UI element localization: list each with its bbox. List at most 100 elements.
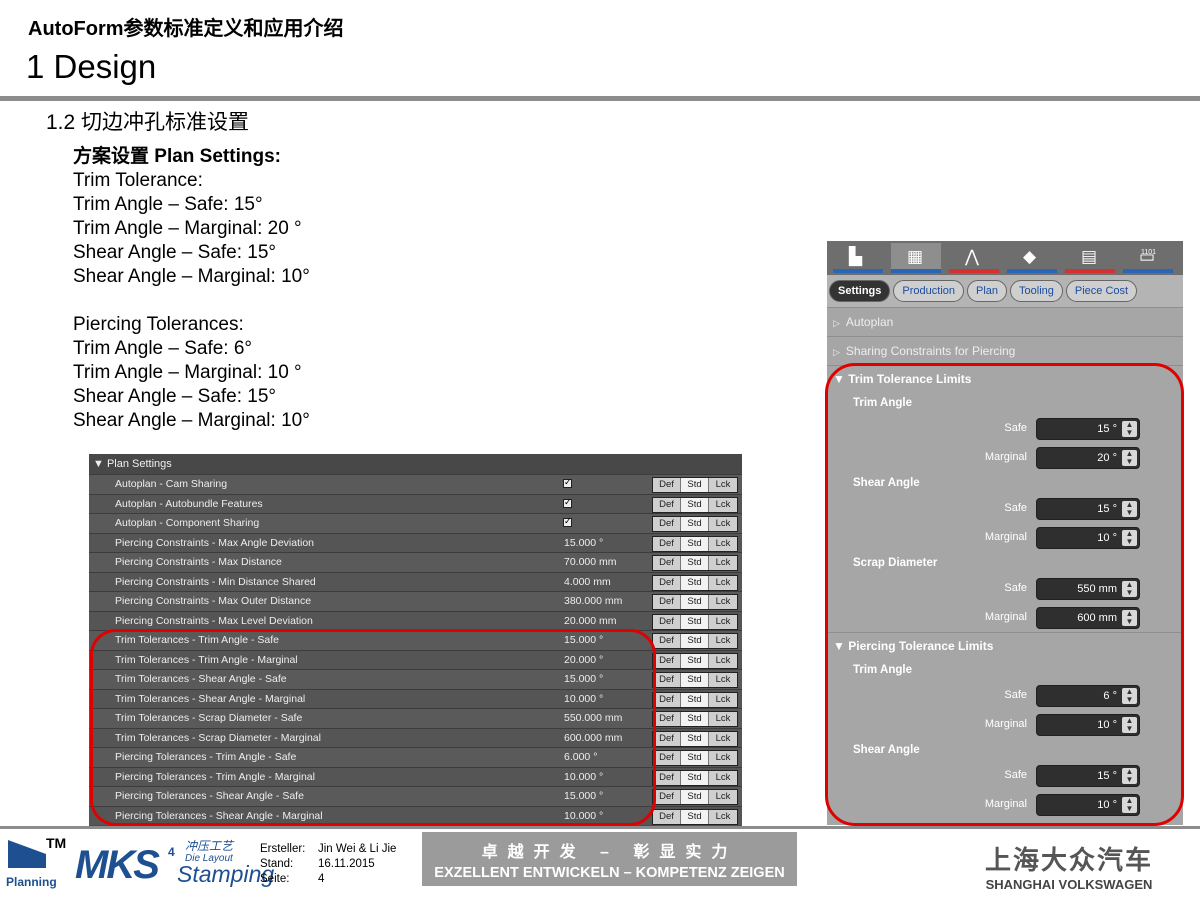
spinner-icon[interactable]: ▲ ▼	[1122, 717, 1137, 733]
scrap-diameter-marginal-input[interactable]: 600 mm ▲ ▼	[1036, 607, 1140, 629]
lck-button[interactable]: Lck	[709, 614, 737, 629]
setting-value[interactable]: 15.000 °	[564, 537, 603, 549]
tab-settings[interactable]: Settings	[829, 280, 891, 302]
lck-button[interactable]: Lck	[709, 556, 737, 570]
table-row[interactable]: Trim Tolerances - Shear Angle - Marginal…	[89, 688, 742, 708]
lck-button[interactable]: Lck	[709, 712, 737, 726]
table-row[interactable]: Piercing Tolerances - Shear Angle - Marg…	[89, 805, 742, 825]
tab-plan[interactable]: Plan	[967, 280, 1008, 302]
def-button[interactable]: Def	[653, 536, 681, 551]
std-button[interactable]: Std	[681, 751, 709, 765]
spinner-icon[interactable]: ▲ ▼	[1122, 797, 1137, 813]
piercing-trim-marginal-input[interactable]: 10 ° ▲ ▼	[1036, 714, 1140, 736]
def-button[interactable]: Def	[653, 692, 681, 707]
std-button[interactable]: Std	[681, 673, 709, 687]
setting-value[interactable]: 550.000 mm	[564, 712, 622, 724]
setting-value[interactable]: 380.000 mm	[564, 595, 622, 607]
trim-angle-safe-input[interactable]: 15 ° ▲ ▼	[1036, 418, 1140, 440]
spinner-icon[interactable]: ▲ ▼	[1122, 530, 1137, 546]
table-row[interactable]: Trim Tolerances - Scrap Diameter - Margi…	[89, 727, 742, 747]
table-row[interactable]: Autoplan - Component Sharing DefStdLck	[89, 513, 742, 533]
table-row[interactable]: Trim Tolerances - Trim Angle - Marginal 2…	[89, 649, 742, 669]
shear-angle-marginal-input[interactable]: 10 ° ▲ ▼	[1036, 527, 1140, 549]
lck-button[interactable]: Lck	[709, 673, 737, 687]
setting-value[interactable]: 15.000 °	[564, 790, 603, 802]
setting-value[interactable]: 6.000 °	[564, 751, 597, 763]
section-piercing-header[interactable]: ▼ Piercing Tolerance Limits	[827, 633, 1183, 659]
lck-button[interactable]: Lck	[709, 770, 737, 785]
lck-button[interactable]: Lck	[709, 595, 737, 609]
scrap-diameter-safe-input[interactable]: 550 mm ▲ ▼	[1036, 578, 1140, 600]
lck-button[interactable]: Lck	[709, 517, 737, 531]
lck-button[interactable]: Lck	[709, 653, 737, 668]
def-button[interactable]: Def	[653, 497, 681, 512]
lck-button[interactable]: Lck	[709, 692, 737, 707]
setting-value[interactable]: 10.000 °	[564, 771, 603, 783]
table-row[interactable]: Trim Tolerances - Shear Angle - Safe 15.0…	[89, 669, 742, 689]
lck-button[interactable]: Lck	[709, 751, 737, 765]
table-row[interactable]: Piercing Tolerances - Trim Angle - Safe 6…	[89, 747, 742, 767]
def-button[interactable]: Def	[653, 556, 681, 570]
spinner-icon[interactable]: ▲ ▼	[1122, 610, 1137, 626]
toolbar-press-button[interactable]: ▤	[1065, 243, 1115, 273]
shear-angle-safe-input[interactable]: 15 ° ▲ ▼	[1036, 498, 1140, 520]
lck-button[interactable]: Lck	[709, 809, 737, 824]
def-button[interactable]: Def	[653, 517, 681, 531]
table-row[interactable]: Trim Tolerances - Scrap Diameter - Safe 5…	[89, 708, 742, 728]
table-row[interactable]: Piercing Tolerances - Trim Angle - Margi…	[89, 766, 742, 786]
def-button[interactable]: Def	[653, 614, 681, 629]
def-button[interactable]: Def	[653, 770, 681, 785]
std-button[interactable]: Std	[681, 478, 709, 492]
std-button[interactable]: Std	[681, 770, 709, 785]
def-button[interactable]: Def	[653, 731, 681, 746]
table-row[interactable]: Autoplan - Cam Sharing DefStdLck	[89, 474, 742, 494]
spinner-icon[interactable]: ▲ ▼	[1122, 768, 1137, 784]
table-row[interactable]: Piercing Constraints - Max Distance 70.00…	[89, 552, 742, 572]
table-row[interactable]: Trim Tolerances - Trim Angle - Safe 15.00…	[89, 630, 742, 650]
setting-value[interactable]: 20.000 mm	[564, 615, 617, 627]
std-button[interactable]: Std	[681, 731, 709, 746]
lck-button[interactable]: Lck	[709, 575, 737, 590]
def-button[interactable]: Def	[653, 595, 681, 609]
std-button[interactable]: Std	[681, 614, 709, 629]
trim-angle-marginal-input[interactable]: 20 ° ▲ ▼	[1036, 447, 1140, 469]
def-button[interactable]: Def	[653, 673, 681, 687]
lck-button[interactable]: Lck	[709, 634, 737, 648]
toolbar-process-plan-button[interactable]: ▦	[891, 243, 941, 273]
spinner-icon[interactable]: ▲ ▼	[1122, 501, 1137, 517]
table-row[interactable]: Piercing Constraints - Min Distance Shar…	[89, 571, 742, 591]
std-button[interactable]: Std	[681, 653, 709, 668]
def-button[interactable]: Def	[653, 790, 681, 804]
std-button[interactable]: Std	[681, 497, 709, 512]
std-button[interactable]: Std	[681, 809, 709, 824]
table-row[interactable]: Piercing Tolerances - Shear Angle - Safe…	[89, 786, 742, 806]
toolbar-blank-button[interactable]: ◆	[1007, 243, 1057, 273]
spinner-icon[interactable]: ▲ ▼	[1122, 450, 1137, 466]
std-button[interactable]: Std	[681, 634, 709, 648]
lck-button[interactable]: Lck	[709, 731, 737, 746]
setting-checkbox[interactable]	[563, 497, 572, 508]
setting-value[interactable]: 70.000 mm	[564, 556, 617, 568]
setting-value[interactable]: 20.000 °	[564, 654, 603, 666]
spinner-icon[interactable]: ▲ ▼	[1122, 688, 1137, 704]
table-row[interactable]: Piercing Constraints - Max Outer Distanc…	[89, 591, 742, 611]
def-button[interactable]: Def	[653, 575, 681, 590]
setting-value[interactable]: 10.000 °	[564, 693, 603, 705]
setting-value[interactable]: 600.000 mm	[564, 732, 622, 744]
def-button[interactable]: Def	[653, 751, 681, 765]
section-autoplan[interactable]: ▷ Autoplan	[827, 307, 1183, 336]
std-button[interactable]: Std	[681, 692, 709, 707]
tab-tooling[interactable]: Tooling	[1010, 280, 1063, 302]
std-button[interactable]: Std	[681, 556, 709, 570]
def-button[interactable]: Def	[653, 478, 681, 492]
tab-piece-cost[interactable]: Piece Cost	[1065, 280, 1138, 302]
toolbar-document-button[interactable]: ▙	[833, 243, 883, 273]
std-button[interactable]: Std	[681, 575, 709, 590]
setting-value[interactable]: 15.000 °	[564, 673, 603, 685]
lck-button[interactable]: Lck	[709, 497, 737, 512]
plan-settings-header[interactable]: ▼ Plan Settings	[89, 454, 742, 474]
def-button[interactable]: Def	[653, 809, 681, 824]
section-sharing-constraints[interactable]: ▷ Sharing Constraints for Piercing	[827, 336, 1183, 365]
piercing-shear-marginal-input[interactable]: 10 ° ▲ ▼	[1036, 794, 1140, 816]
table-row[interactable]: Autoplan - Autobundle Features DefStdLck	[89, 493, 742, 513]
